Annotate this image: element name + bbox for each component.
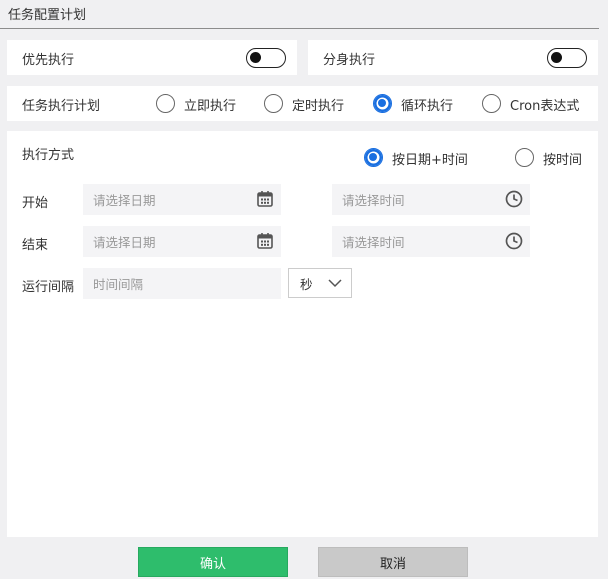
radio-scheduled-label[interactable]: 定时执行	[292, 95, 344, 114]
calendar-icon[interactable]	[255, 231, 275, 251]
priority-label: 优先执行	[22, 53, 75, 68]
calendar-icon[interactable]	[255, 189, 275, 209]
radio-time-only[interactable]	[515, 148, 534, 167]
interval-placeholder: 时间间隔	[93, 277, 144, 292]
end-time-placeholder: 请选择时间	[342, 235, 405, 250]
toggle-knob	[250, 52, 261, 63]
mode-label: 执行方式	[22, 148, 75, 163]
chevron-down-icon	[328, 279, 342, 288]
radio-immediate[interactable]	[156, 94, 175, 113]
radio-immediate-label[interactable]: 立即执行	[184, 95, 236, 114]
plan-card: 任务执行计划 立即执行 定时执行 循环执行 Cron表达式	[7, 86, 598, 121]
interval-unit-select[interactable]: 秒	[288, 268, 352, 298]
clock-icon[interactable]	[504, 231, 524, 251]
radio-loop-label[interactable]: 循环执行	[401, 95, 453, 114]
schedule-card: 执行方式 按日期+时间 按时间 开始 请选择日期 请选择时间 结束 请选择日期	[7, 131, 598, 537]
priority-card: 优先执行	[7, 40, 297, 75]
radio-cron[interactable]	[482, 94, 501, 113]
radio-scheduled[interactable]	[264, 94, 283, 113]
radio-time-only-label[interactable]: 按时间	[543, 149, 582, 168]
end-label: 结束	[22, 238, 49, 253]
interval-label: 运行间隔	[22, 280, 75, 295]
toggle-knob	[551, 52, 562, 63]
plan-label: 任务执行计划	[22, 99, 101, 114]
split-label: 分身执行	[323, 53, 376, 68]
end-date-input[interactable]: 请选择日期	[83, 226, 281, 257]
priority-toggle[interactable]	[246, 48, 286, 68]
radio-cron-label[interactable]: Cron表达式	[510, 95, 579, 114]
start-label: 开始	[22, 196, 49, 211]
split-toggle[interactable]	[547, 48, 587, 68]
cancel-button[interactable]: 取消	[318, 547, 468, 577]
split-card: 分身执行	[308, 40, 598, 75]
radio-loop[interactable]	[373, 94, 392, 113]
start-date-placeholder: 请选择日期	[93, 193, 156, 208]
radio-date-time[interactable]	[364, 148, 383, 167]
radio-date-time-label[interactable]: 按日期+时间	[392, 149, 468, 168]
interval-unit-value: 秒	[300, 276, 313, 292]
end-date-placeholder: 请选择日期	[93, 235, 156, 250]
start-time-input[interactable]: 请选择时间	[332, 184, 530, 215]
confirm-button[interactable]: 确认	[138, 547, 288, 577]
end-time-input[interactable]: 请选择时间	[332, 226, 530, 257]
start-time-placeholder: 请选择时间	[342, 193, 405, 208]
interval-input[interactable]: 时间间隔	[83, 268, 281, 299]
start-date-input[interactable]: 请选择日期	[83, 184, 281, 215]
title-divider	[0, 28, 599, 29]
clock-icon[interactable]	[504, 189, 524, 209]
page-title: 任务配置计划	[8, 8, 87, 23]
